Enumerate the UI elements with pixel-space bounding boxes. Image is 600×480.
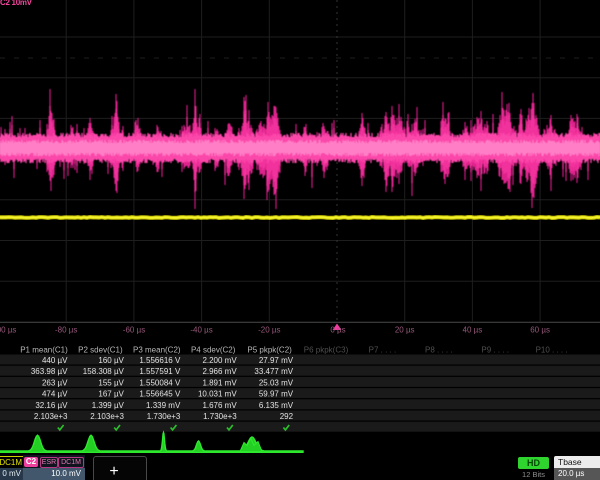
- svg-text:P1 mean(C1): P1 mean(C1): [20, 346, 68, 355]
- svg-text:59.97 mV: 59.97 mV: [259, 390, 294, 399]
- svg-text:P6 pkpk(C3): P6 pkpk(C3): [304, 346, 349, 355]
- svg-text:155 µV: 155 µV: [98, 378, 124, 387]
- svg-text:P2 sdev(C1): P2 sdev(C1): [78, 346, 123, 355]
- svg-text:27.97 mV: 27.97 mV: [259, 356, 294, 365]
- svg-text:160 µV: 160 µV: [98, 356, 124, 365]
- svg-text:32.16 µV: 32.16 µV: [35, 401, 68, 410]
- svg-text:2.103e+3: 2.103e+3: [90, 412, 124, 421]
- svg-text:P5 pkpk(C2): P5 pkpk(C2): [247, 346, 292, 355]
- svg-text:0 µs: 0 µs: [330, 326, 345, 335]
- svg-text:P9 . . . .: P9 . . . .: [481, 346, 509, 355]
- svg-text:10.031 mV: 10.031 mV: [198, 390, 237, 399]
- svg-text:263 µV: 263 µV: [42, 378, 68, 387]
- svg-text:1.557591 V: 1.557591 V: [139, 367, 181, 376]
- svg-text:-80 µs: -80 µs: [55, 326, 77, 335]
- svg-text:40 µs: 40 µs: [463, 326, 483, 335]
- svg-text:292: 292: [280, 412, 294, 421]
- svg-text:25.03 mV: 25.03 mV: [259, 378, 294, 387]
- svg-text:P4 sdev(C2): P4 sdev(C2): [191, 346, 236, 355]
- svg-text:363.98 µV: 363.98 µV: [31, 367, 68, 376]
- svg-text:-40 µs: -40 µs: [190, 326, 212, 335]
- svg-text:167 µV: 167 µV: [98, 390, 124, 399]
- svg-text:1.891 mV: 1.891 mV: [202, 378, 237, 387]
- svg-text:20 µs: 20 µs: [395, 326, 415, 335]
- svg-text:33.477 mV: 33.477 mV: [254, 367, 293, 376]
- svg-text:-100 µs: -100 µs: [0, 326, 16, 335]
- svg-text:2.966 mV: 2.966 mV: [202, 367, 237, 376]
- svg-text:P7 . . . .: P7 . . . .: [369, 346, 397, 355]
- svg-text:1.339 mV: 1.339 mV: [146, 401, 181, 410]
- svg-text:158.308 µV: 158.308 µV: [83, 367, 125, 376]
- svg-text:60 µs: 60 µs: [530, 326, 550, 335]
- svg-text:2.103e+3: 2.103e+3: [34, 412, 68, 421]
- svg-text:1.676 mV: 1.676 mV: [202, 401, 237, 410]
- svg-text:2.200 mV: 2.200 mV: [202, 356, 237, 365]
- svg-text:-60 µs: -60 µs: [123, 326, 145, 335]
- svg-text:1.730e+3: 1.730e+3: [203, 412, 237, 421]
- svg-text:P10 . . . .: P10 . . . .: [536, 346, 568, 355]
- svg-text:1.730e+3: 1.730e+3: [147, 412, 181, 421]
- svg-text:474 µV: 474 µV: [42, 390, 68, 399]
- svg-text:P8 . . . .: P8 . . . .: [425, 346, 453, 355]
- svg-text:1.550084 V: 1.550084 V: [139, 378, 181, 387]
- svg-text:-20 µs: -20 µs: [258, 326, 280, 335]
- svg-text:440 µV: 440 µV: [42, 356, 68, 365]
- svg-text:P3 mean(C2): P3 mean(C2): [133, 346, 181, 355]
- svg-text:6.135 mV: 6.135 mV: [259, 401, 294, 410]
- svg-text:1.399 µV: 1.399 µV: [92, 401, 125, 410]
- svg-text:1.556616 V: 1.556616 V: [139, 356, 181, 365]
- svg-text:1.556645 V: 1.556645 V: [139, 390, 181, 399]
